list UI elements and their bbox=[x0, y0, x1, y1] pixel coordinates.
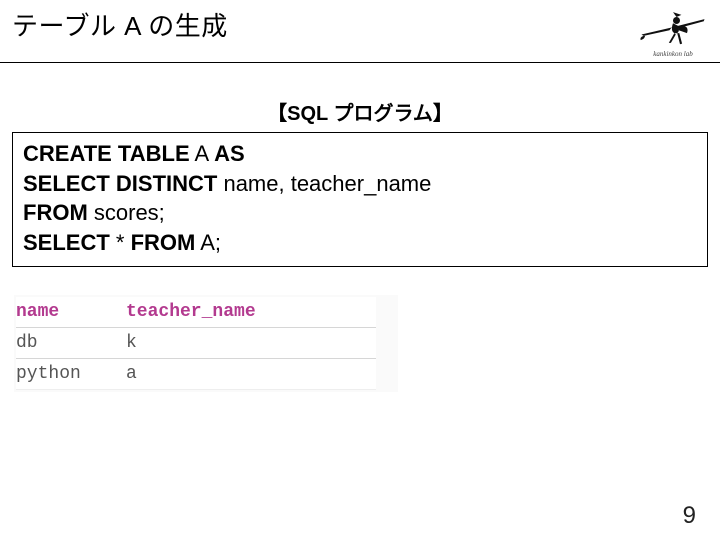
code-line-2: SELECT DISTINCT name, teacher_name bbox=[23, 169, 697, 199]
result-header-cell: teacher_name bbox=[126, 297, 376, 328]
witch-logo: kankinkon lab bbox=[638, 6, 708, 56]
page-number: 9 bbox=[683, 502, 696, 530]
result-row: python a bbox=[16, 358, 376, 389]
result-cell: python bbox=[16, 358, 126, 389]
result-table: name teacher_name db k python a bbox=[14, 295, 706, 392]
result-cell: db bbox=[16, 327, 126, 358]
code-line-3: FROM scores; bbox=[23, 198, 697, 228]
section-label: 【SQL プログラム】 bbox=[0, 97, 720, 126]
result-cell: a bbox=[126, 358, 376, 389]
result-header-cell: name bbox=[16, 297, 126, 328]
result-cell: k bbox=[126, 327, 376, 358]
sql-code-box: CREATE TABLE A AS SELECT DISTINCT name, … bbox=[12, 132, 708, 267]
page-title: テーブル A の生成 bbox=[12, 6, 228, 43]
code-line-1: CREATE TABLE A AS bbox=[23, 139, 697, 169]
logo-caption: kankinkon lab bbox=[638, 50, 708, 58]
title-bar: テーブル A の生成 kankinkon lab bbox=[0, 0, 720, 63]
result-row: db k bbox=[16, 327, 376, 358]
code-line-4: SELECT * FROM A; bbox=[23, 228, 697, 258]
result-header-row: name teacher_name bbox=[16, 297, 376, 328]
